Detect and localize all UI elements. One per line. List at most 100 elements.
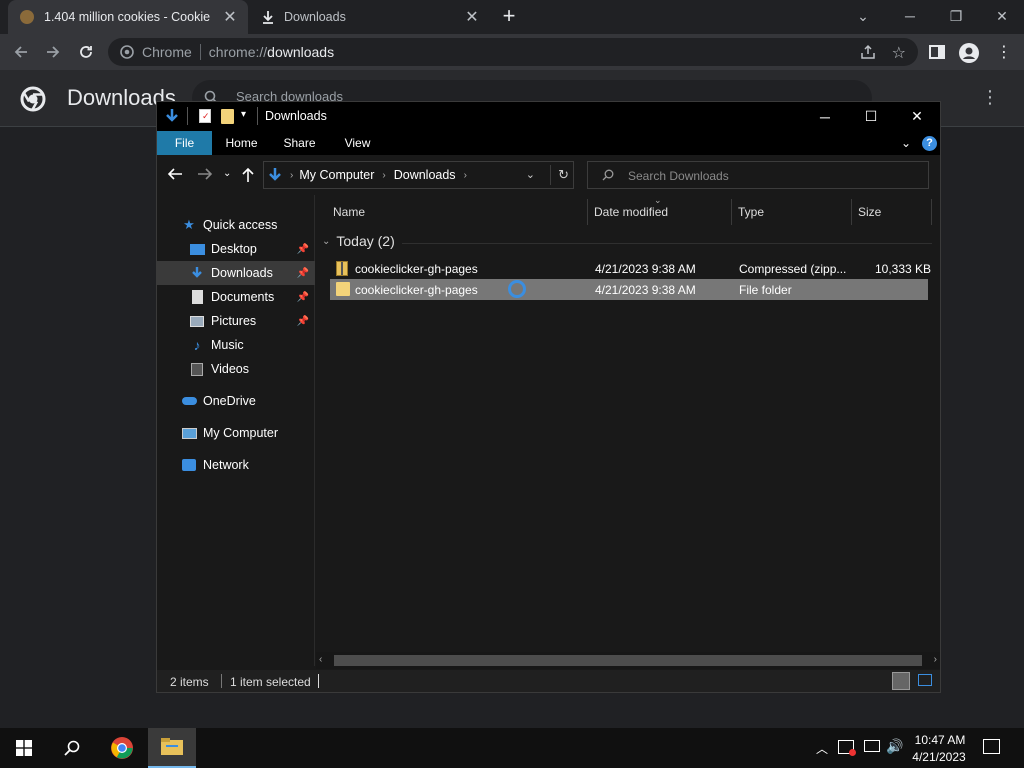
nav-onedrive[interactable]: OneDrive	[157, 389, 315, 413]
site-chip[interactable]: Chrome	[120, 44, 192, 60]
status-divider	[221, 674, 222, 688]
download-arrow-icon	[189, 265, 205, 281]
nav-pictures[interactable]: Pictures 📌	[157, 309, 315, 333]
tab-cookie-clicker[interactable]: 1.404 million cookies - Cookie Cl ✕	[8, 0, 248, 34]
pin-icon: 📌	[296, 315, 309, 327]
taskbar: ︿ 🔊 10:47 AM 4/21/2023	[0, 728, 1024, 768]
customize-toolbar-chevron-icon[interactable]: ▾	[241, 109, 246, 120]
column-header-date-modified[interactable]: Date modified	[594, 205, 668, 219]
chrome-menu-icon[interactable]: ⋮	[996, 42, 1012, 62]
explorer-close-button[interactable]: ✕	[894, 102, 940, 131]
properties-icon[interactable]: ✓	[199, 109, 211, 123]
back-arrow-icon[interactable]	[167, 167, 183, 181]
new-folder-icon[interactable]	[221, 109, 234, 124]
explorer-search-input[interactable]: Search Downloads	[587, 161, 929, 189]
side-panel-icon[interactable]	[929, 45, 945, 59]
file-explorer-taskbar-icon[interactable]	[148, 728, 196, 768]
nav-network[interactable]: Network	[157, 453, 315, 477]
nav-label: Videos	[211, 362, 249, 376]
notifications-icon[interactable]	[983, 739, 1000, 754]
file-date: 4/21/2023 9:38 AM	[595, 262, 696, 276]
star-icon: ★	[183, 217, 195, 232]
scroll-right-arrow-icon[interactable]: ›	[934, 654, 937, 665]
breadcrumb-downloads[interactable]: Downloads	[394, 168, 456, 182]
nav-my-computer[interactable]: My Computer	[157, 421, 315, 445]
back-button[interactable]	[8, 39, 34, 65]
scroll-left-arrow-icon[interactable]: ‹	[319, 654, 322, 665]
explorer-titlebar[interactable]: ✓ ▾ Downloads ─ ☐ ✕	[157, 102, 940, 131]
tab-close-icon[interactable]: ✕	[462, 7, 482, 27]
volume-icon[interactable]: 🔊	[886, 738, 903, 755]
security-icon[interactable]	[838, 740, 856, 756]
pin-icon: 📌	[296, 243, 309, 255]
explorer-ribbon: File Home Share View ⌄ ?	[157, 131, 940, 155]
column-divider[interactable]	[931, 199, 932, 225]
download-arrow-icon	[165, 108, 179, 124]
tab-downloads[interactable]: Downloads ✕	[250, 0, 490, 34]
large-icons-view-icon[interactable]	[918, 674, 932, 686]
nav-music[interactable]: ♪ Music	[157, 333, 315, 357]
ribbon-tab-home[interactable]: Home	[219, 131, 264, 155]
nav-label: Pictures	[211, 314, 257, 328]
downloads-more-menu-icon[interactable]: ⋮	[980, 87, 1000, 109]
scrollbar-thumb[interactable]	[334, 655, 922, 666]
tab-title: 1.404 million cookies - Cookie Cl	[44, 10, 214, 24]
column-divider[interactable]	[731, 199, 732, 225]
clock-time[interactable]: 10:47 AM	[912, 733, 968, 747]
breadcrumb-separator-icon: ›	[290, 169, 294, 181]
forward-arrow-icon[interactable]	[197, 167, 213, 181]
expand-ribbon-chevron-icon[interactable]: ⌄	[901, 136, 911, 150]
profile-avatar-icon[interactable]	[958, 42, 980, 64]
forward-button[interactable]	[40, 39, 66, 65]
address-history-chevron-icon[interactable]: ⌄	[526, 168, 535, 181]
ribbon-tab-file[interactable]: File	[157, 131, 212, 155]
explorer-minimize-button[interactable]: ─	[802, 102, 848, 131]
help-icon[interactable]: ?	[922, 136, 937, 151]
url-scheme: chrome://	[208, 44, 268, 60]
clock-date[interactable]: 4/21/2023	[906, 750, 972, 764]
nav-videos[interactable]: Videos	[157, 357, 315, 381]
nav-documents[interactable]: Documents 📌	[157, 285, 315, 309]
search-button[interactable]	[48, 728, 96, 768]
nav-desktop[interactable]: Desktop 📌	[157, 237, 315, 261]
restore-button[interactable]: ❐	[938, 4, 974, 28]
network-tray-icon[interactable]	[864, 740, 880, 752]
file-row[interactable]: cookieclicker-gh-pages 4/21/2023 9:38 AM…	[330, 258, 931, 279]
recent-locations-chevron-icon[interactable]: ⌄	[223, 168, 231, 179]
explorer-maximize-button[interactable]: ☐	[848, 102, 894, 131]
nav-quick-access[interactable]: ★ Quick access	[157, 213, 315, 237]
start-button[interactable]	[0, 728, 48, 768]
minimize-button[interactable]: ─	[892, 4, 928, 28]
share-icon[interactable]	[860, 44, 876, 60]
ribbon-tab-view[interactable]: View	[335, 131, 380, 155]
up-arrow-icon[interactable]	[241, 167, 255, 183]
chrome-taskbar-icon[interactable]	[98, 728, 146, 768]
tab-close-icon[interactable]: ✕	[220, 7, 240, 27]
reload-button[interactable]	[73, 39, 99, 65]
show-hidden-icons-chevron-icon[interactable]: ︿	[816, 740, 828, 757]
column-header-type[interactable]: Type	[738, 205, 764, 219]
tab-title: Downloads	[284, 10, 346, 24]
address-bar[interactable]: Chrome chrome://downloads ☆	[108, 38, 918, 66]
column-divider[interactable]	[851, 199, 852, 225]
group-divider	[402, 243, 932, 244]
explorer-address-bar[interactable]: › My Computer › Downloads › ⌄ ↻	[263, 161, 574, 189]
nav-downloads[interactable]: Downloads 📌	[157, 261, 315, 285]
file-type: Compressed (zipp...	[739, 262, 847, 276]
column-header-size[interactable]: Size	[858, 205, 881, 219]
refresh-icon[interactable]: ↻	[558, 167, 569, 183]
tab-search-chevron-icon[interactable]: ⌄	[845, 4, 881, 28]
file-row-selected[interactable]: cookieclicker-gh-pages 4/21/2023 9:38 AM…	[330, 279, 928, 300]
new-tab-button[interactable]: +	[498, 5, 520, 28]
column-header-name[interactable]: Name	[333, 205, 365, 219]
close-window-button[interactable]: ✕	[984, 4, 1020, 28]
address-divider	[550, 165, 551, 185]
explorer-window-title: Downloads	[265, 109, 327, 123]
bookmark-star-icon[interactable]: ☆	[892, 43, 906, 63]
details-view-icon[interactable]	[892, 672, 910, 690]
column-divider[interactable]	[587, 199, 588, 225]
group-header-today[interactable]: ⌄ Today (2)	[322, 233, 395, 249]
breadcrumb-my-computer[interactable]: My Computer	[299, 168, 374, 182]
horizontal-scrollbar[interactable]: ‹ ›	[316, 652, 940, 669]
ribbon-tab-share[interactable]: Share	[277, 131, 322, 155]
